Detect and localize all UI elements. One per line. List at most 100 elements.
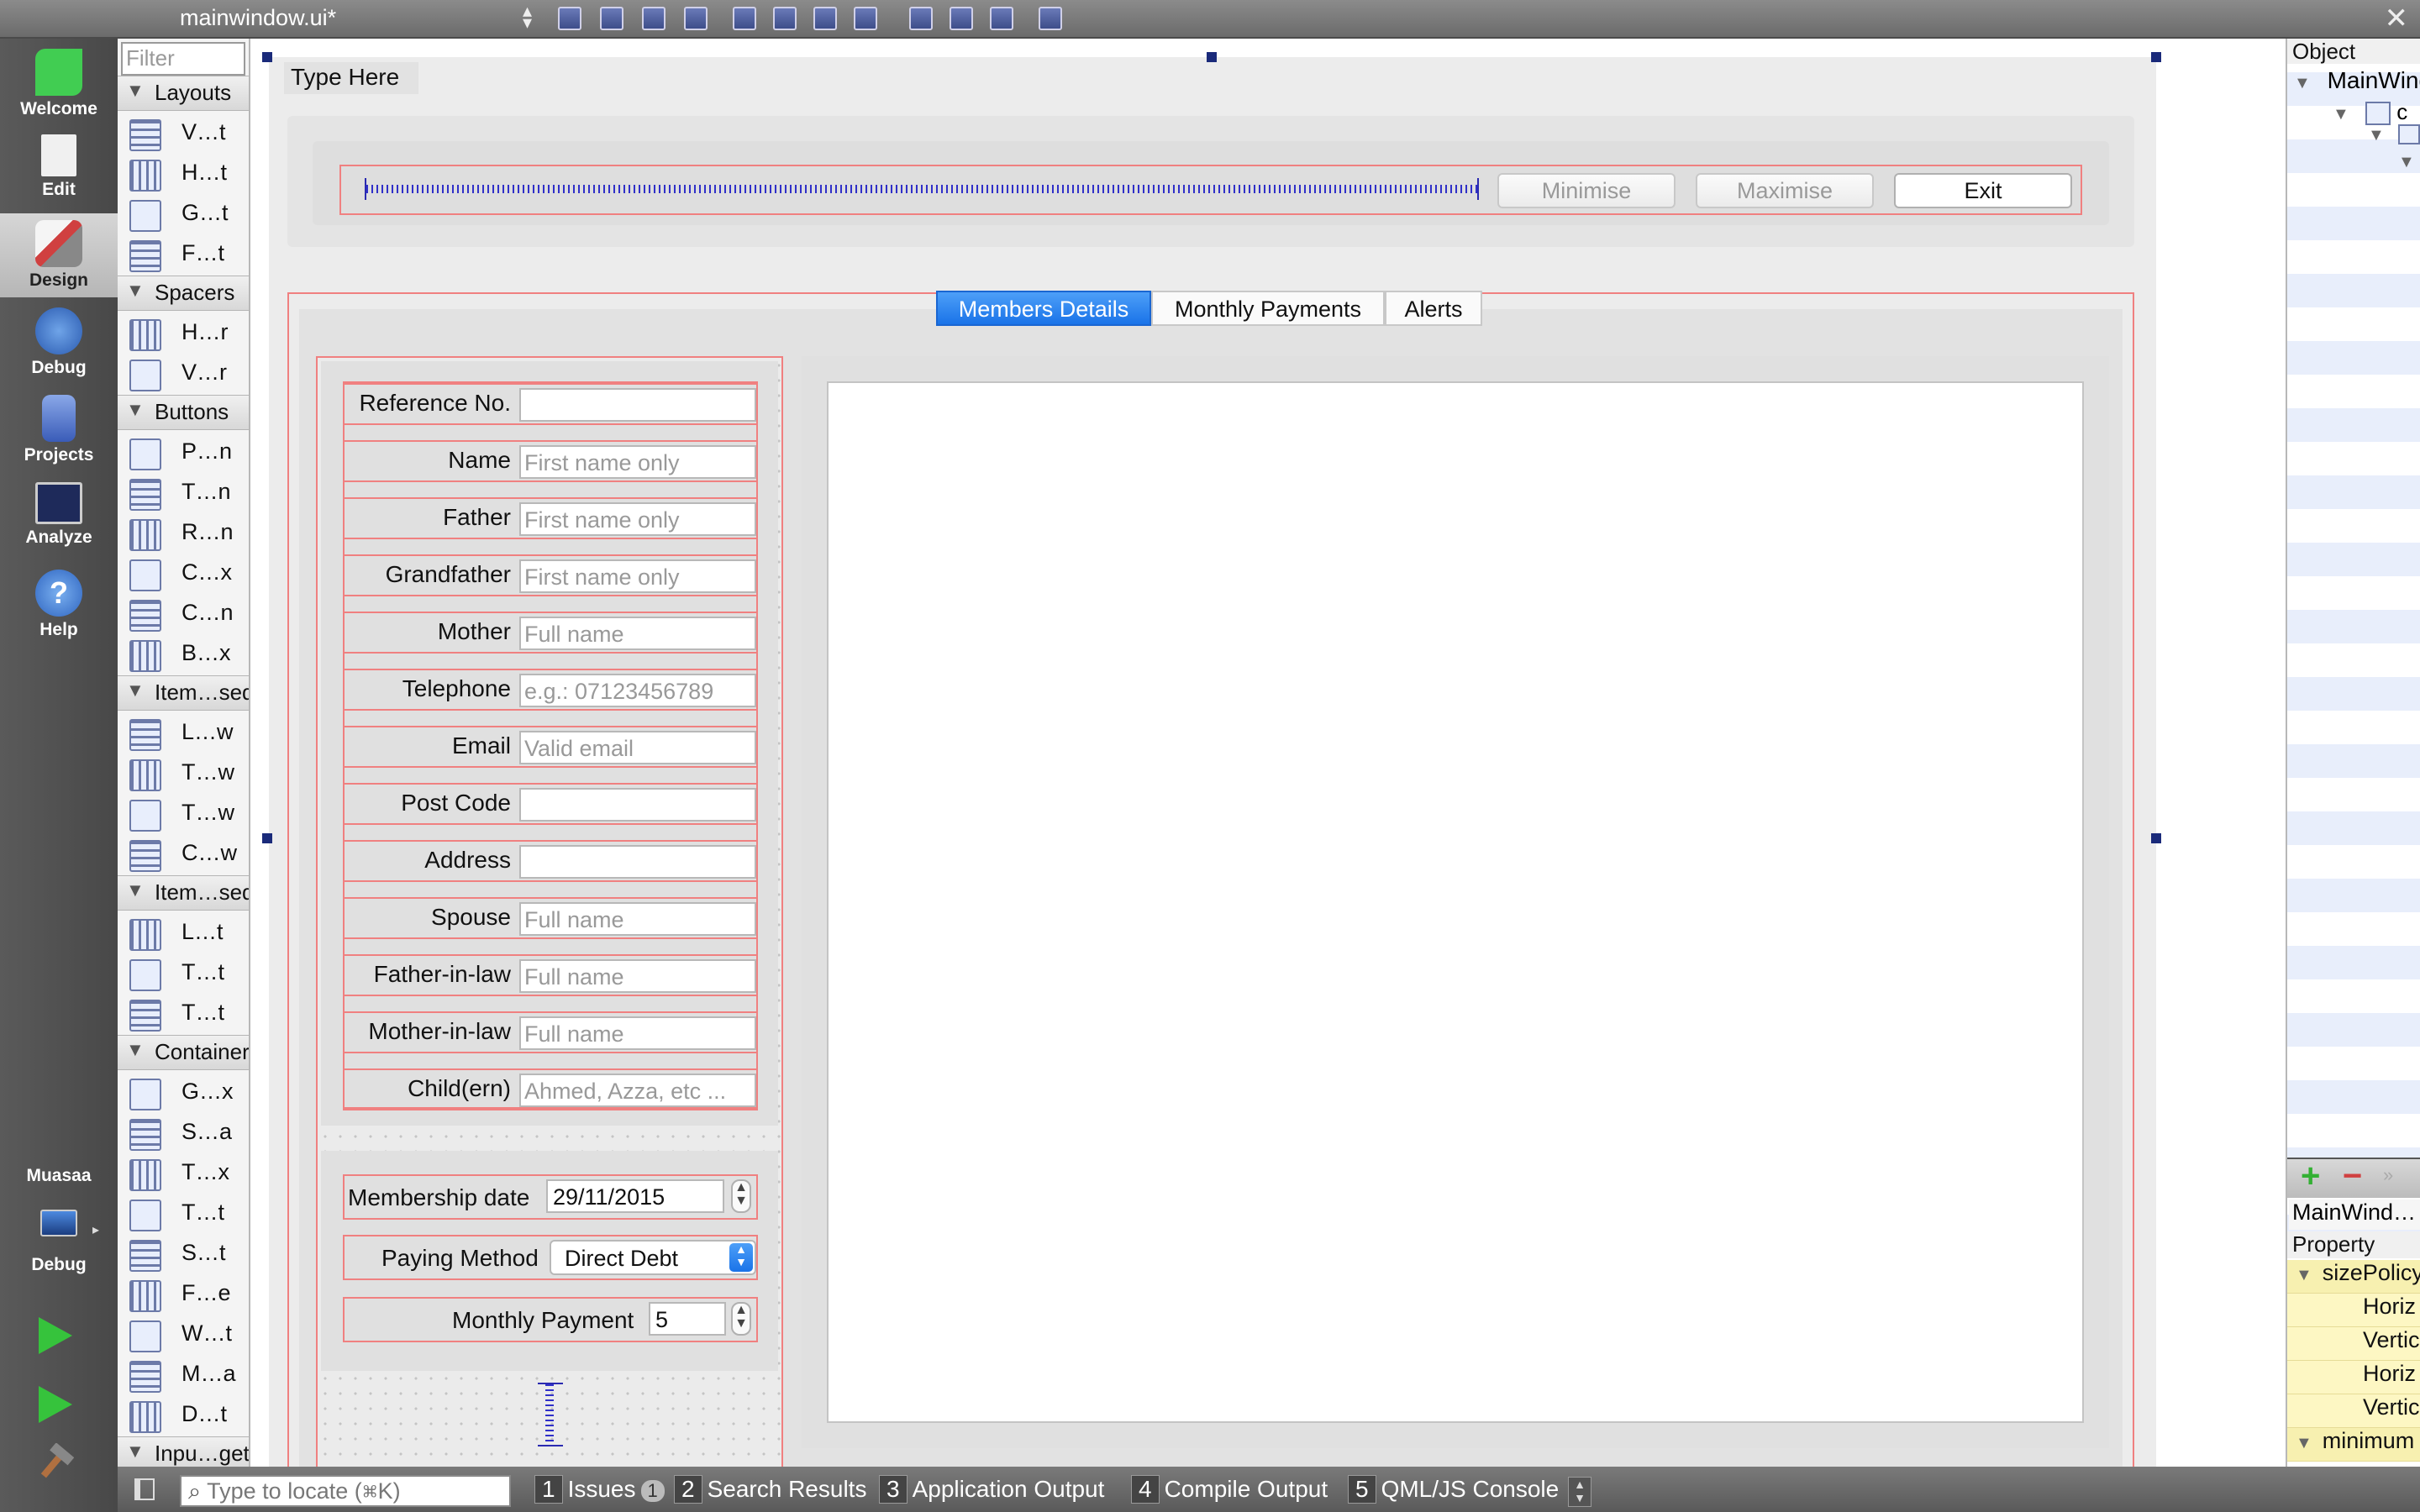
minimise-button[interactable]: Minimise (1497, 173, 1676, 208)
document-title[interactable]: mainwindow.ui* (180, 5, 336, 31)
widget-item[interactable]: T…w (118, 793, 249, 833)
tree-root-row[interactable]: ▼ MainWindow (2294, 67, 2420, 94)
property-row[interactable]: Vertic (2287, 1394, 2420, 1428)
resize-handle[interactable] (2151, 52, 2161, 62)
field-input[interactable]: First name only (519, 502, 756, 536)
mode-edit[interactable]: Edit (0, 128, 118, 212)
exit-button[interactable]: Exit (1894, 173, 2072, 208)
edit-signals-icon[interactable] (600, 7, 623, 30)
maximise-button[interactable]: Maximise (1696, 173, 1874, 208)
widget-filter-input[interactable]: Filter (121, 42, 245, 76)
widget-item[interactable]: T…t (118, 993, 249, 1033)
field-input[interactable]: First name only (519, 445, 756, 479)
field-input[interactable]: Valid email (519, 731, 756, 764)
widget-item[interactable]: R…n (118, 512, 249, 553)
field-input[interactable]: Ahmed, Azza, etc ... (519, 1074, 756, 1107)
layout-horizontal-icon[interactable] (733, 7, 756, 30)
output-tab[interactable]: 3 Application Output (879, 1475, 1104, 1507)
pane-switch-arrows-icon[interactable]: ▲ ▼ (1568, 1477, 1591, 1507)
layout-h-splitter-icon[interactable] (813, 7, 837, 30)
widget-item[interactable]: V…r (118, 353, 249, 393)
property-row[interactable]: Horiz (2287, 1294, 2420, 1327)
monthly-payment-stepper[interactable]: ▲ ▼ (731, 1302, 751, 1336)
tab-monthly-payments[interactable]: Monthly Payments (1151, 291, 1385, 326)
build-hammer-icon[interactable] (37, 1442, 75, 1480)
resize-handle[interactable] (2151, 833, 2161, 843)
field-input[interactable] (519, 845, 756, 879)
tree-child-row[interactable]: ▼ c (2333, 99, 2420, 126)
menu-bar-placeholder[interactable]: Type Here (284, 62, 418, 94)
output-tab[interactable]: 2 Search Results (674, 1475, 866, 1507)
widget-item[interactable]: H…r (118, 312, 249, 353)
widget-category[interactable]: ▼ Layouts (118, 76, 249, 111)
run-icon[interactable] (39, 1317, 72, 1354)
monthly-payment-input[interactable]: 5 (649, 1302, 726, 1336)
resize-handle[interactable] (262, 833, 272, 843)
membership-date-stepper[interactable]: ▲ ▼ (731, 1179, 751, 1213)
widget-item[interactable]: G…t (118, 193, 249, 234)
field-input[interactable]: e.g.: 07123456789 (519, 674, 756, 707)
widget-item[interactable]: T…w (118, 753, 249, 793)
field-input[interactable]: Full name (519, 617, 756, 650)
property-row[interactable]: Vertic (2287, 1327, 2420, 1361)
edit-buddies-icon[interactable] (642, 7, 666, 30)
widget-category[interactable]: ▼ Buttons (118, 395, 249, 430)
tab-members-details[interactable]: Members Details (936, 291, 1151, 326)
membership-date-input[interactable]: 29/11/2015 (546, 1179, 724, 1213)
property-group-row[interactable]: ▼ minimum (2287, 1428, 2420, 1462)
field-input[interactable]: First name only (519, 559, 756, 593)
debug-run-icon[interactable] (39, 1386, 72, 1423)
resize-handle[interactable] (1207, 52, 1217, 62)
widget-item[interactable]: C…n (118, 593, 249, 633)
toggle-sidebar-icon[interactable] (134, 1478, 155, 1500)
widget-item[interactable]: L…w (118, 712, 249, 753)
widget-category[interactable]: ▼ Spacers (118, 276, 249, 311)
widget-item[interactable]: D…t (118, 1394, 249, 1435)
mode-help[interactable]: ? Help (0, 563, 118, 647)
content-view[interactable] (827, 381, 2084, 1423)
field-input[interactable]: Full name (519, 902, 756, 936)
widget-item[interactable]: T…t (118, 1193, 249, 1233)
layout-vertical-icon[interactable] (773, 7, 797, 30)
resize-handle[interactable] (262, 52, 272, 62)
layout-v-splitter-icon[interactable] (854, 7, 877, 30)
paying-method-select[interactable]: Direct Debt ▲ ▼ (550, 1240, 756, 1275)
mode-design[interactable]: Design (0, 213, 118, 297)
widget-item[interactable]: T…n (118, 472, 249, 512)
widget-item[interactable]: P…n (118, 432, 249, 472)
output-tab[interactable]: 5 QML/JS Console (1348, 1475, 1559, 1507)
edit-tab-order-icon[interactable] (684, 7, 708, 30)
widget-item[interactable]: B…x (118, 633, 249, 674)
widget-item[interactable]: G…x (118, 1072, 249, 1112)
add-property-icon[interactable]: + (2301, 1159, 2320, 1193)
output-tab[interactable]: 4 Compile Output (1131, 1475, 1328, 1507)
widget-item[interactable]: L…t (118, 912, 249, 953)
widget-item[interactable]: S…a (118, 1112, 249, 1152)
kit-selector-icon[interactable] (40, 1210, 77, 1236)
widget-item[interactable]: F…t (118, 234, 249, 274)
field-input[interactable]: Full name (519, 1016, 756, 1050)
mode-projects[interactable]: Projects (0, 388, 118, 472)
widget-item[interactable]: T…t (118, 953, 249, 993)
break-layout-icon[interactable] (990, 7, 1013, 30)
document-switcher-arrows[interactable]: ▴ ▾ (523, 2, 532, 32)
horizontal-spacer[interactable] (365, 178, 1479, 200)
widget-item[interactable]: M…a (118, 1354, 249, 1394)
widget-category[interactable]: ▼ Item…sed (118, 675, 249, 711)
output-tab[interactable]: 1 Issues 1 (534, 1475, 665, 1507)
widget-item[interactable]: W…t (118, 1314, 249, 1354)
widget-item[interactable]: F…e (118, 1273, 249, 1314)
property-group-row[interactable]: ▼ sizePolicy (2287, 1260, 2420, 1294)
widget-item[interactable]: T…x (118, 1152, 249, 1193)
field-input[interactable] (519, 788, 756, 822)
widget-category[interactable]: ▼ Containers (118, 1035, 249, 1070)
close-document-icon[interactable]: ✕ (2385, 2, 2409, 35)
locator-input[interactable]: ⌕ Type to locate (⌘K) (180, 1475, 511, 1507)
adjust-size-icon[interactable] (1039, 7, 1062, 30)
field-input[interactable] (519, 388, 756, 422)
widget-item[interactable]: C…w (118, 833, 249, 874)
more-actions-icon[interactable]: » (2383, 1164, 2393, 1186)
layout-grid-icon[interactable] (950, 7, 973, 30)
widget-item[interactable]: H…t (118, 153, 249, 193)
mode-analyze[interactable]: Analyze (0, 475, 118, 559)
